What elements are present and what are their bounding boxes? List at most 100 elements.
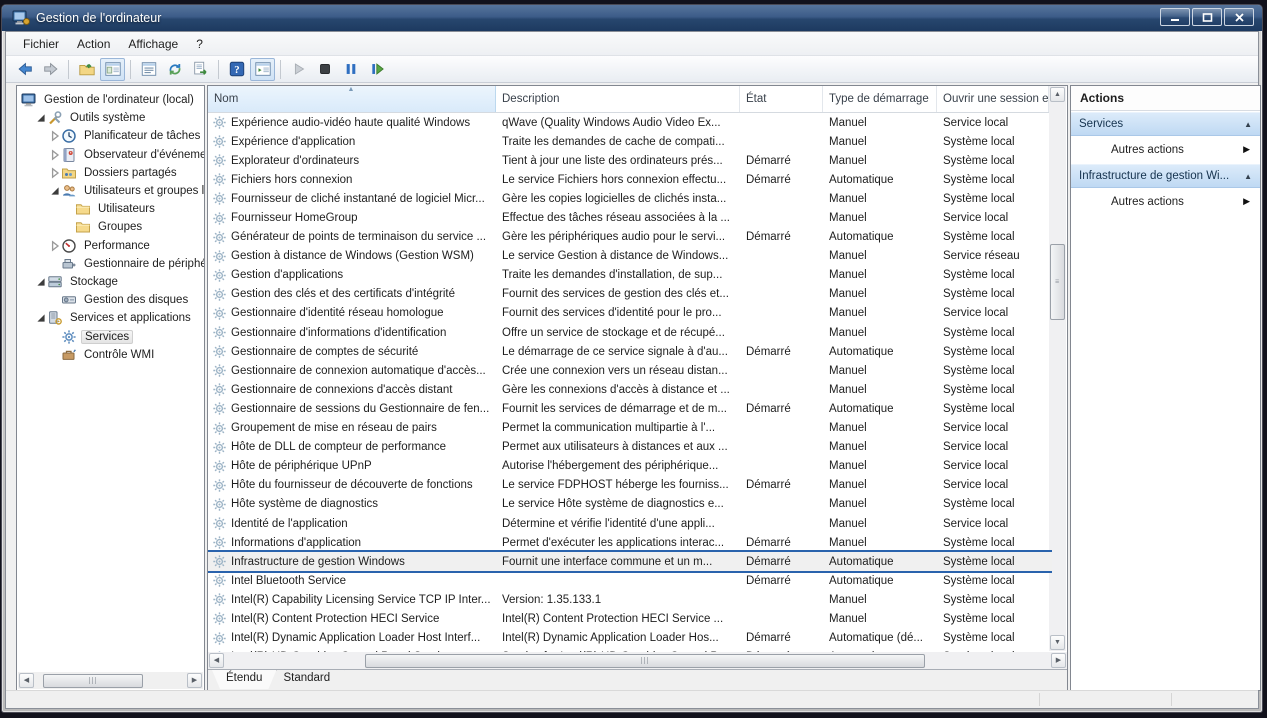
tree-item-utilisateurs-et-groupes-l[interactable]: Utilisateurs et groupes l [17,182,204,200]
service-row[interactable]: Gestionnaire d'informations d'identifica… [208,323,1052,342]
collapse-section-icon[interactable]: ▲ [1244,120,1252,129]
service-status: Démarré [740,342,823,361]
export-list-icon[interactable] [188,58,213,81]
service-row[interactable]: Hôte système de diagnosticsLe service Hô… [208,495,1052,514]
column-header-description[interactable]: Description [496,86,740,112]
help-icon[interactable]: ? [224,58,249,81]
service-row[interactable]: Gestion des clés et des certificats d'in… [208,285,1052,304]
actions-section-services[interactable]: Services ▲ [1071,112,1260,136]
service-row[interactable]: Intel(R) Content Protection HECI Service… [208,609,1052,628]
service-row[interactable]: Intel(R) Dynamic Application Loader Host… [208,629,1052,648]
maximize-button[interactable] [1192,8,1222,26]
column-header-ouvrir-une-session-e[interactable]: Ouvrir une session e [937,86,1049,112]
tree-item-contr-le-wmi[interactable]: Contrôle WMI [17,346,204,364]
tree-horizontal-scrollbar[interactable]: ◀ ||| ▶ [18,672,203,689]
refresh-icon[interactable] [162,58,187,81]
tree-item-services-et-applications[interactable]: Services et applications [17,309,204,327]
service-row[interactable]: Groupement de mise en réseau de pairsPer… [208,419,1052,438]
action-item-autres-actions[interactable]: Autres actions ▶ [1071,136,1260,163]
scroll-right-icon[interactable]: ▶ [1051,653,1066,668]
tree-item-services[interactable]: Services [17,327,204,345]
service-row[interactable]: Gestionnaire de connexions d'accès dista… [208,380,1052,399]
horizontal-scrollbar[interactable]: ◀ ||| ▶ [208,652,1067,669]
service-row[interactable]: Gestion à distance de Windows (Gestion W… [208,247,1052,266]
forward-icon[interactable] [38,58,63,81]
service-row[interactable]: Hôte de DLL de compteur de performancePe… [208,438,1052,457]
action-item-autres-actions[interactable]: Autres actions ▶ [1071,188,1260,215]
service-row[interactable]: Fichiers hors connexionLe service Fichie… [208,170,1052,189]
collapse-section-icon[interactable]: ▲ [1244,172,1252,181]
pause-service-icon[interactable] [338,58,363,81]
menu-fichier[interactable]: Fichier [14,34,68,54]
service-row[interactable]: Hôte de périphérique UPnPAutorise l'hébe… [208,457,1052,476]
collapsed-arrow-icon[interactable] [49,149,61,161]
expanded-arrow-icon[interactable] [35,276,47,288]
collapsed-arrow-icon[interactable] [49,130,61,142]
scrollbar-thumb[interactable]: ≡ [1050,244,1065,320]
scroll-up-icon[interactable]: ▲ [1050,87,1065,102]
scrollbar-thumb[interactable]: ||| [43,674,143,688]
start-service-icon[interactable] [286,58,311,81]
service-row[interactable]: Identité de l'applicationDétermine et vé… [208,514,1052,533]
column-header--tat[interactable]: État [740,86,823,112]
collapsed-arrow-icon[interactable] [49,167,61,179]
tree-item-observateur-d-v-neme[interactable]: Observateur d'événeme [17,146,204,164]
tree-item-dossiers-partag-s[interactable]: Dossiers partagés [17,164,204,182]
menu-affichage[interactable]: Affichage [119,34,187,54]
service-row[interactable]: Explorateur d'ordinateursTient à jour un… [208,151,1052,170]
show-action-pane-icon[interactable] [250,58,275,81]
scroll-down-icon[interactable]: ▼ [1050,635,1065,650]
service-row[interactable]: Gestionnaire de sessions du Gestionnaire… [208,399,1052,418]
service-row[interactable]: Expérience d'applicationTraite les deman… [208,132,1052,151]
restart-service-icon[interactable] [364,58,389,81]
service-row[interactable]: Gestionnaire de comptes de sécuritéLe dé… [208,342,1052,361]
service-row[interactable]: Expérience audio-vidéo haute qualité Win… [208,113,1052,132]
scroll-right-icon[interactable]: ▶ [187,673,202,688]
service-row[interactable]: Intel Bluetooth ServiceDémarréAutomatiqu… [208,571,1052,590]
scroll-left-icon[interactable]: ◀ [19,673,34,688]
tree-item-gestion-de-l-ordinateur-local[interactable]: Gestion de l'ordinateur (local) [17,91,204,109]
service-row[interactable]: Gestionnaire de connexion automatique d'… [208,361,1052,380]
tree-item-planificateur-de-t-ches[interactable]: Planificateur de tâches [17,127,204,145]
tree-item-gestionnaire-de-p-riph[interactable]: Gestionnaire de périphé [17,255,204,273]
expanded-arrow-icon[interactable] [49,185,61,197]
service-row[interactable]: Gestionnaire d'identité réseau homologue… [208,304,1052,323]
service-row[interactable]: Fournisseur HomeGroupEffectue des tâches… [208,208,1052,227]
titlebar[interactable]: Gestion de l'ordinateur [2,5,1262,31]
scroll-left-icon[interactable]: ◀ [209,653,224,668]
service-startup-type: Automatique [823,342,937,361]
tree-item-utilisateurs[interactable]: Utilisateurs [17,200,204,218]
actions-section-infrastructure-de-gestion-wi[interactable]: Infrastructure de gestion Wi... ▲ [1071,164,1260,188]
properties-icon[interactable] [136,58,161,81]
actions-section-title: Services [1079,118,1244,130]
scrollbar-thumb[interactable]: ||| [365,654,925,668]
service-row[interactable]: Intel(R) Capability Licensing Service TC… [208,590,1052,609]
back-icon[interactable] [12,58,37,81]
tree-item-stockage[interactable]: Stockage [17,273,204,291]
up-one-level-icon[interactable] [74,58,99,81]
close-button[interactable] [1224,8,1254,26]
tree-item-outils-syst-me[interactable]: Outils système [17,109,204,127]
column-header-type-de-d-marrage[interactable]: Type de démarrage [823,86,937,112]
show-console-tree-icon[interactable] [100,58,125,81]
service-gear-icon [212,344,227,359]
service-row[interactable]: Générateur de points de terminaison du s… [208,228,1052,247]
service-row-selected[interactable]: Infrastructure de gestion WindowsFournit… [208,552,1052,571]
stop-service-icon[interactable] [312,58,337,81]
tab-standard[interactable]: Standard [269,670,344,689]
service-row[interactable]: Informations d'applicationPermet d'exécu… [208,533,1052,552]
service-row[interactable]: Fournisseur de cliché instantané de logi… [208,189,1052,208]
minimize-button[interactable] [1160,8,1190,26]
expanded-arrow-icon[interactable] [35,312,47,324]
tree-item-groupes[interactable]: Groupes [17,218,204,236]
tree-item-performance[interactable]: Performance [17,237,204,255]
service-row[interactable]: Hôte du fournisseur de découverte de fon… [208,476,1052,495]
tab--tendu[interactable]: Étendu [212,670,276,689]
menu-action[interactable]: Action [68,34,119,54]
expanded-arrow-icon[interactable] [35,112,47,124]
menu-?[interactable]: ? [187,34,212,54]
collapsed-arrow-icon[interactable] [49,240,61,252]
column-header-nom[interactable]: ▲Nom [208,86,496,112]
tree-item-gestion-des-disques[interactable]: Gestion des disques [17,291,204,309]
service-row[interactable]: Gestion d'applicationsTraite les demande… [208,266,1052,285]
